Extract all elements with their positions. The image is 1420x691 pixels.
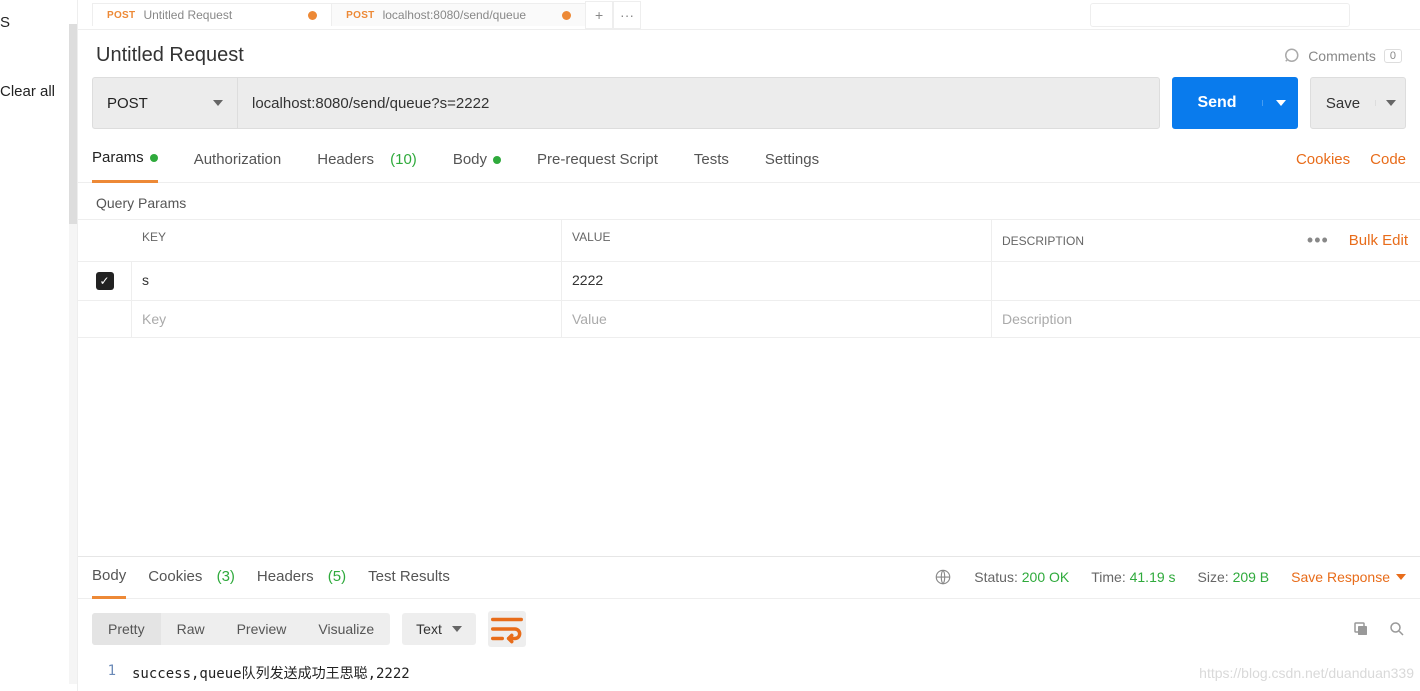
- time-meta: Time: 41.19 s: [1091, 569, 1175, 585]
- wrap-icon: [488, 610, 526, 648]
- comments-label: Comments: [1308, 48, 1376, 64]
- save-group: Save: [1310, 77, 1406, 129]
- view-raw-button[interactable]: Raw: [161, 613, 221, 645]
- comment-icon: [1282, 47, 1300, 65]
- url-input[interactable]: localhost:8080/send/queue?s=2222: [237, 77, 1160, 129]
- format-select[interactable]: Text: [402, 613, 476, 645]
- resp-tab-body[interactable]: Body: [92, 567, 126, 599]
- tab-body[interactable]: Body: [453, 151, 501, 182]
- tab-settings[interactable]: Settings: [765, 151, 819, 182]
- sidebar-label-s[interactable]: S: [0, 8, 77, 37]
- param-key-input[interactable]: s: [132, 262, 562, 300]
- param-desc-input[interactable]: Description: [992, 301, 1420, 337]
- method-select[interactable]: POST: [92, 77, 237, 129]
- unsaved-dot-icon: [562, 11, 571, 20]
- unsaved-dot-icon: [308, 11, 317, 20]
- send-group: Send: [1172, 77, 1298, 129]
- tab-pre-request-script[interactable]: Pre-request Script: [537, 151, 658, 182]
- caret-down-icon: [1386, 100, 1396, 106]
- request-name[interactable]: Untitled Request: [96, 44, 244, 67]
- request-tab-1[interactable]: POST localhost:8080/send/queue: [331, 3, 586, 26]
- view-pretty-button[interactable]: Pretty: [92, 613, 161, 645]
- param-value-input[interactable]: 2222: [562, 262, 992, 300]
- tab-overflow-button[interactable]: ···: [613, 1, 641, 29]
- tab-authorization[interactable]: Authorization: [194, 151, 282, 182]
- col-value: VALUE: [562, 220, 992, 261]
- sidebar-scrollbar[interactable]: [69, 24, 77, 684]
- view-visualize-button[interactable]: Visualize: [302, 613, 390, 645]
- table-row[interactable]: ✓ s 2222: [78, 262, 1420, 301]
- comments-count: 0: [1384, 49, 1402, 63]
- caret-down-icon: [1276, 100, 1286, 106]
- comments-button[interactable]: Comments 0: [1282, 47, 1402, 65]
- method-badge: POST: [107, 10, 135, 21]
- tab-title: Untitled Request: [143, 8, 232, 22]
- table-row-new[interactable]: Key Value Description: [78, 301, 1420, 338]
- tab-params[interactable]: Params: [92, 149, 158, 183]
- active-dot-icon: [150, 154, 158, 162]
- resp-tab-headers[interactable]: Headers (5): [257, 568, 346, 597]
- tab-title: localhost:8080/send/queue: [383, 8, 526, 22]
- send-options-button[interactable]: [1262, 100, 1298, 106]
- save-button[interactable]: Save: [1311, 95, 1375, 112]
- resp-tab-cookies[interactable]: Cookies (3): [148, 568, 235, 597]
- caret-down-icon: [1396, 574, 1406, 580]
- code-link[interactable]: Code: [1370, 151, 1406, 168]
- new-tab-button[interactable]: +: [585, 1, 613, 29]
- wrap-toggle-button[interactable]: [488, 611, 526, 647]
- tab-headers[interactable]: Headers (10): [317, 151, 417, 182]
- query-params-label: Query Params: [78, 183, 1420, 219]
- search-input[interactable]: [1090, 3, 1350, 27]
- param-value-input[interactable]: Value: [562, 301, 992, 337]
- row-checkbox[interactable]: ✓: [96, 272, 114, 290]
- globe-icon[interactable]: [934, 568, 952, 586]
- col-description: DESCRIPTION: [1002, 234, 1307, 248]
- watermark: https://blog.csdn.net/duanduan339: [1199, 665, 1414, 681]
- save-response-button[interactable]: Save Response: [1291, 569, 1406, 585]
- columns-options-button[interactable]: •••: [1307, 230, 1329, 251]
- active-dot-icon: [493, 156, 501, 164]
- caret-down-icon: [213, 100, 223, 106]
- send-button[interactable]: Send: [1172, 94, 1262, 112]
- sidebar-clear-all[interactable]: Clear all: [0, 77, 77, 106]
- caret-down-icon: [452, 626, 462, 632]
- copy-icon[interactable]: [1352, 620, 1370, 638]
- method-badge: POST: [346, 10, 374, 21]
- response-body-text[interactable]: success,queue队列发送成功王思聪,2222: [132, 663, 410, 683]
- search-icon[interactable]: [1388, 620, 1406, 638]
- view-segment: Pretty Raw Preview Visualize: [92, 613, 390, 645]
- resp-tab-test-results[interactable]: Test Results: [368, 568, 450, 597]
- line-number: 1: [92, 663, 132, 683]
- tab-tests[interactable]: Tests: [694, 151, 729, 182]
- view-preview-button[interactable]: Preview: [221, 613, 303, 645]
- cookies-link[interactable]: Cookies: [1296, 151, 1350, 168]
- method-value: POST: [107, 95, 213, 112]
- param-desc-input[interactable]: [992, 262, 1420, 300]
- save-options-button[interactable]: [1375, 100, 1405, 106]
- col-key: KEY: [132, 220, 562, 261]
- bulk-edit-link[interactable]: Bulk Edit: [1349, 232, 1408, 249]
- size-meta: Size: 209 B: [1198, 569, 1270, 585]
- param-key-input[interactable]: Key: [132, 301, 562, 337]
- request-tab-0[interactable]: POST Untitled Request: [92, 3, 332, 26]
- status-meta: Status: 200 OK: [974, 569, 1069, 585]
